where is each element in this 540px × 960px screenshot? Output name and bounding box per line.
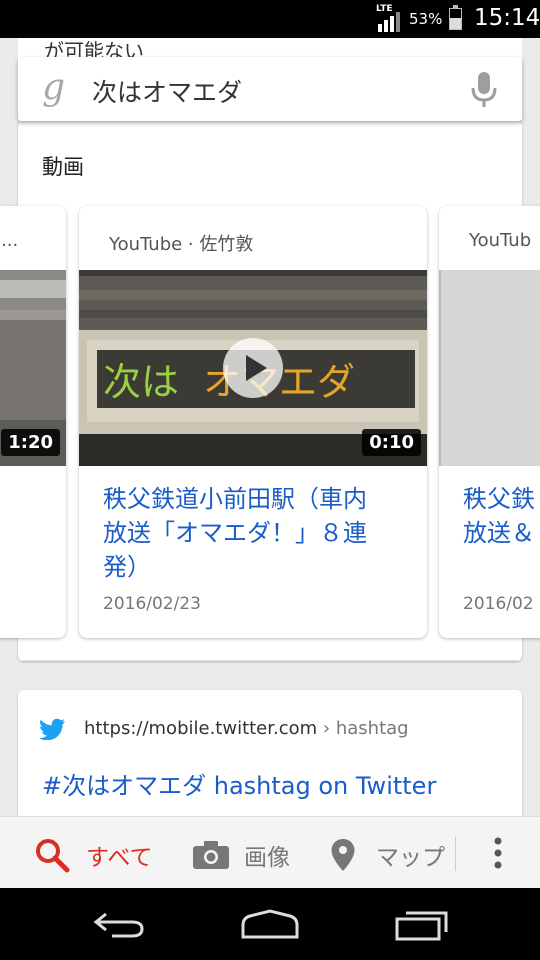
video-card-prev[interactable]: e... 1:20 [0, 206, 66, 638]
microphone-icon[interactable] [470, 71, 498, 109]
video-thumbnail[interactable]: 1:20 [0, 270, 66, 466]
thumb-display-text-green: 次は [103, 360, 179, 404]
video-card-next[interactable]: YouTub 秩父鉄 放送＆ 2016/02 [439, 206, 540, 638]
result-title-link[interactable]: #次はオマエダ hashtag on Twitter [42, 766, 436, 801]
tab-images[interactable]: 画像 [192, 817, 312, 889]
video-title-line: 放送「オマエダ！」８連 [103, 519, 367, 547]
video-source: e... [0, 230, 19, 251]
search-tab-bar: すべて 画像 マップ [0, 816, 540, 889]
result-url: https://mobile.twitter.com › hashtag [84, 718, 409, 739]
play-icon[interactable] [223, 338, 283, 398]
back-icon[interactable] [92, 908, 148, 940]
search-icon [36, 839, 70, 873]
video-date: 2016/02/23 [103, 594, 201, 614]
twitter-result-card[interactable]: https://mobile.twitter.com › hashtag #次は… [18, 690, 522, 816]
map-pin-icon [331, 839, 355, 871]
video-card[interactable]: YouTube · 佐竹敦 次は オマエダ 0:10 秩父鉄道小前田駅（車内 放… [79, 206, 427, 638]
video-title-line: 放送＆ [463, 519, 535, 547]
result-url-domain: https://mobile.twitter.com [84, 718, 318, 739]
video-duration: 0:10 [362, 429, 421, 456]
video-section-heading: 動画 [42, 155, 84, 179]
video-title[interactable]: 秩父鉄 放送＆ [463, 482, 540, 550]
tab-maps-label: マップ [376, 845, 445, 871]
video-source: YouTube · 佐竹敦 [109, 234, 254, 255]
video-duration: 1:20 [1, 429, 60, 456]
video-title-line: 発） [103, 553, 151, 581]
search-box[interactable]: g 次はオマエダ [18, 57, 522, 121]
search-query[interactable]: 次はオマエダ [92, 73, 242, 109]
recent-apps-icon[interactable] [394, 908, 450, 942]
tab-maps[interactable]: マップ [330, 817, 454, 889]
signal-icon [378, 12, 400, 32]
video-title-line: 秩父鉄道小前田駅（車内 [103, 485, 367, 513]
battery-icon [449, 5, 462, 30]
system-nav-bar [0, 888, 540, 960]
twitter-bird-icon [40, 718, 65, 740]
battery-percent: 53% [409, 10, 443, 28]
home-icon[interactable] [240, 908, 300, 940]
result-url-breadcrumb: › hashtag [322, 718, 409, 739]
video-source: YouTub [469, 230, 532, 251]
tab-all[interactable]: すべて [34, 817, 174, 889]
google-logo-icon: g [42, 67, 66, 108]
tab-images-label: 画像 [244, 845, 290, 871]
video-thumbnail[interactable] [439, 270, 540, 466]
results-scroll[interactable]: が可能ない 動画 e... 1:20 YouTube · 佐竹敦 [0, 38, 540, 816]
video-title[interactable]: 秩父鉄道小前田駅（車内 放送「オマエダ！」８連 発） [103, 482, 413, 584]
status-bar: LTE 53% 15:14 [0, 0, 540, 38]
camera-icon [193, 841, 229, 869]
video-thumbnail[interactable]: 次は オマエダ 0:10 [79, 270, 427, 466]
tab-all-label: すべて [86, 845, 153, 871]
more-vert-icon[interactable] [484, 833, 512, 873]
clock: 15:14 [474, 5, 540, 31]
video-date: 2016/02 [463, 594, 534, 614]
video-title-line: 秩父鉄 [463, 485, 535, 513]
tab-divider [455, 837, 456, 871]
